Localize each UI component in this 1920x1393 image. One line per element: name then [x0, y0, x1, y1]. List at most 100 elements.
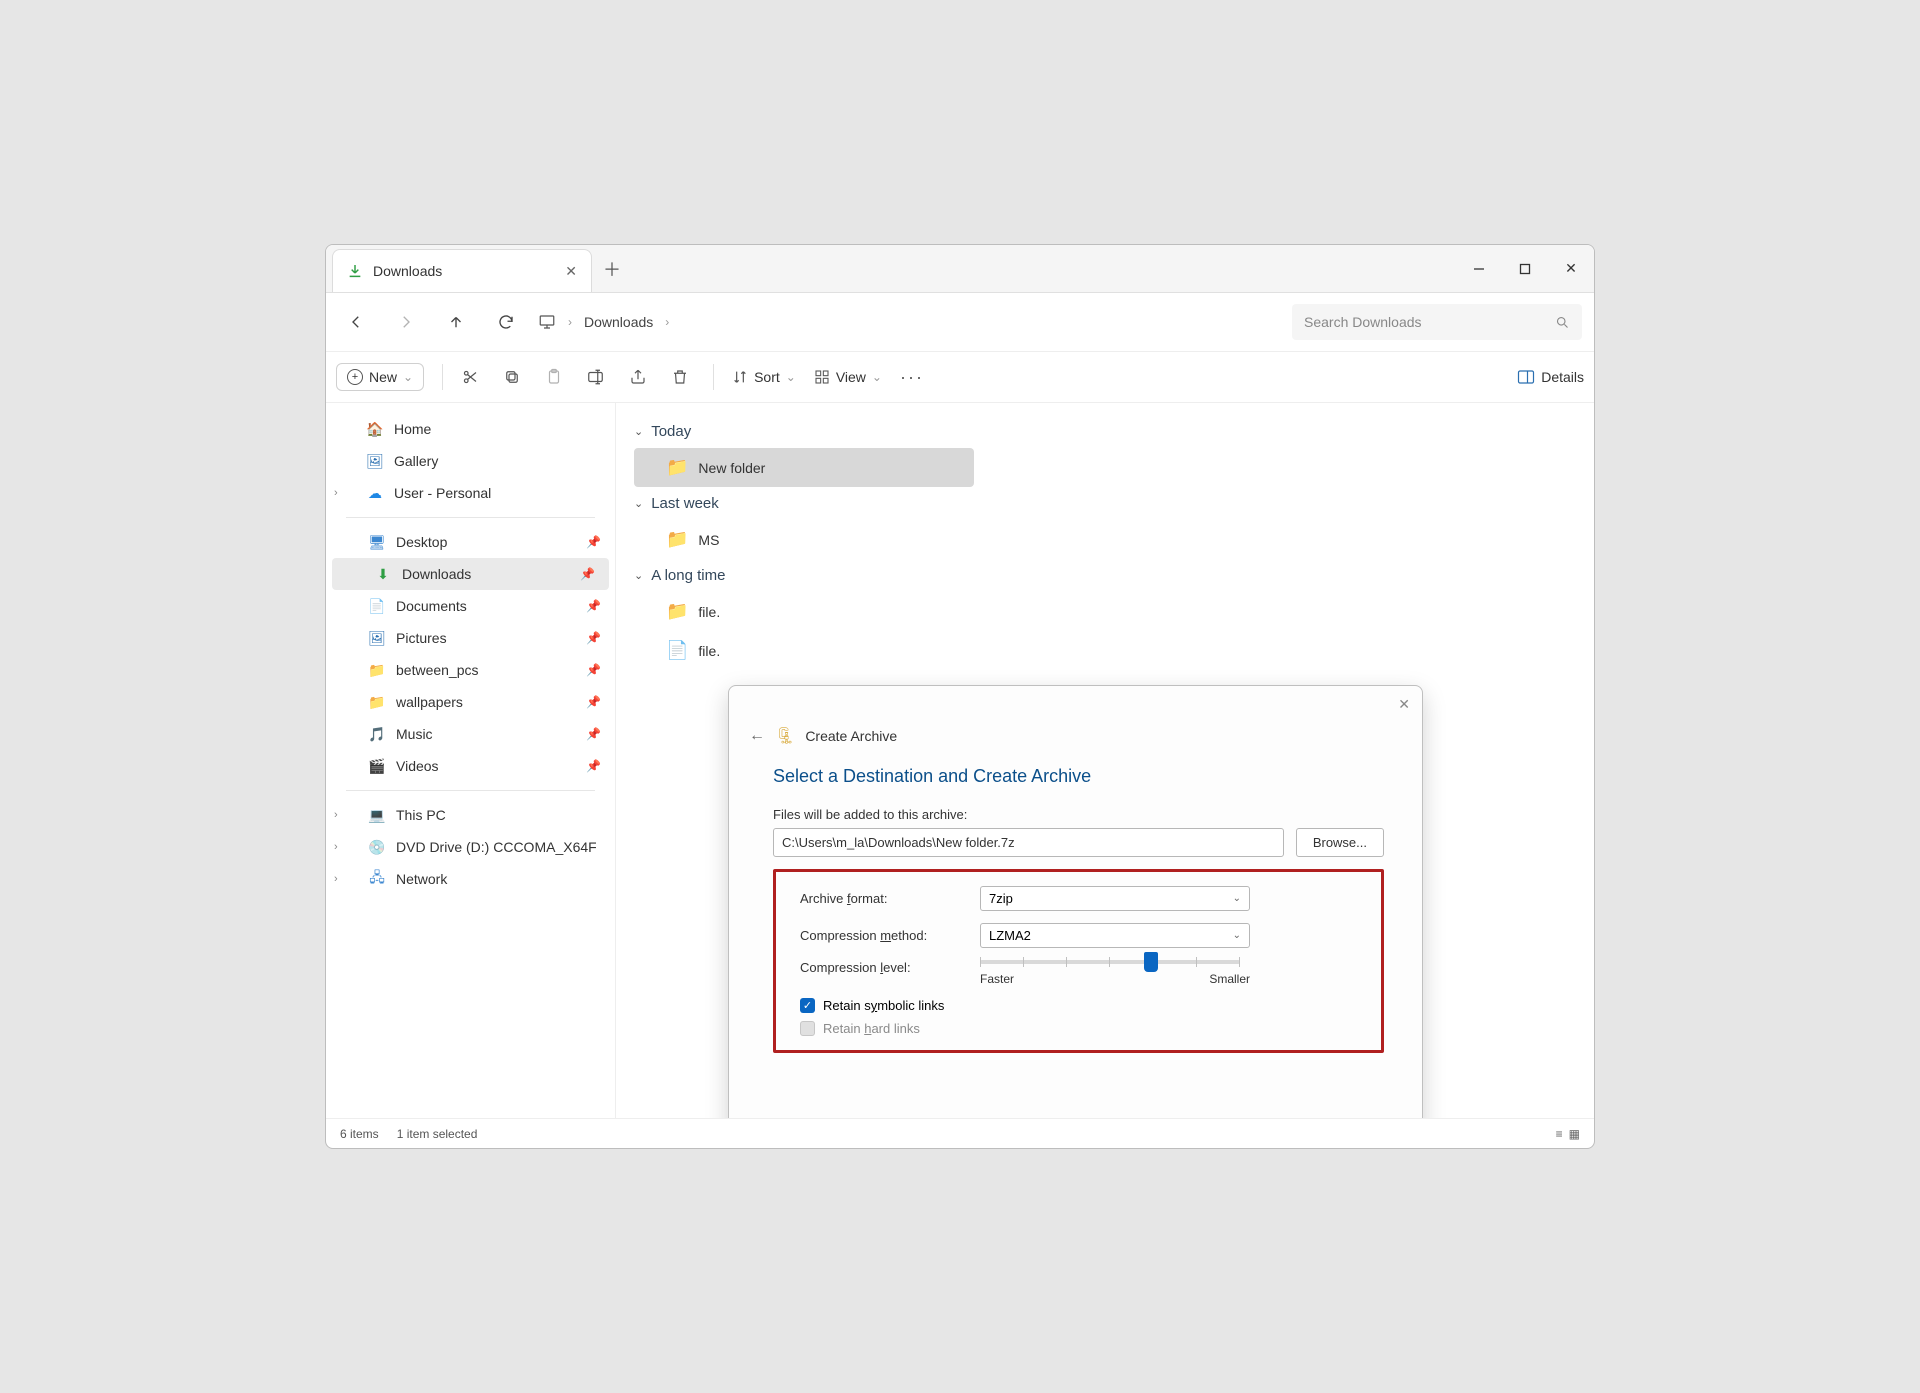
details-view-icon[interactable]: ≡ [1556, 1127, 1563, 1141]
copy-icon[interactable] [503, 368, 527, 386]
sidebar-item-desktop[interactable]: 🖥Desktop📌 [326, 526, 615, 558]
group-label: A long time [651, 567, 725, 584]
retain-hard-links-checkbox: Retain hard links [800, 1021, 1357, 1036]
chevron-right-icon[interactable]: › [334, 487, 338, 499]
details-pane-button[interactable]: Details [1517, 369, 1584, 385]
rename-icon[interactable] [587, 368, 611, 386]
status-selected: 1 item selected [397, 1127, 478, 1141]
up-button[interactable] [438, 304, 474, 340]
sort-button[interactable]: Sort ⌄ [732, 369, 796, 385]
file-name: file. [698, 604, 720, 620]
monitor-icon [538, 313, 556, 331]
group-last-week[interactable]: ⌄ Last week [634, 495, 1576, 512]
checkbox-checked-icon: ✓ [800, 998, 815, 1013]
search-input[interactable]: Search Downloads [1292, 304, 1582, 340]
sidebar-item-home[interactable]: 🏠Home [326, 413, 615, 445]
chevron-right-icon[interactable]: › [334, 809, 338, 821]
archive-icon: 🗜 [775, 726, 795, 746]
tiles-view-icon[interactable]: ▦ [1569, 1127, 1580, 1141]
tab-downloads[interactable]: Downloads ✕ [332, 249, 592, 292]
share-icon[interactable] [629, 368, 653, 386]
breadcrumb[interactable]: › Downloads › [538, 313, 669, 331]
sidebar-item-wallpapers[interactable]: 📁wallpapers📌 [326, 686, 615, 718]
gallery-icon: 🖼 [366, 452, 384, 470]
group-label: Last week [651, 495, 719, 512]
chevron-right-icon[interactable]: › [334, 873, 338, 885]
sort-icon [732, 369, 748, 385]
back-icon[interactable]: ← [749, 727, 765, 745]
separator [713, 364, 714, 390]
sidebar-item-this-pc[interactable]: ›💻This PC [326, 799, 615, 831]
chevron-right-icon[interactable]: › [334, 841, 338, 853]
dialog-heading: Select a Destination and Create Archive [773, 766, 1384, 787]
separator [346, 790, 595, 791]
sidebar-item-network[interactable]: ›🖧Network [326, 863, 615, 895]
new-label: New [369, 369, 397, 385]
forward-button[interactable] [388, 304, 424, 340]
back-button[interactable] [338, 304, 374, 340]
sidebar-item-documents[interactable]: 📄 Documents 📌 [326, 590, 615, 622]
archive-format-label: Archive format: [800, 891, 980, 906]
checkbox-disabled-icon [800, 1021, 815, 1036]
sidebar-item-dvd[interactable]: ›💿DVD Drive (D:) CCCOMA_X64FRE_EN [326, 831, 615, 863]
file-row[interactable]: 📁file. [634, 592, 974, 631]
file-row[interactable]: 📄file. [634, 631, 974, 670]
group-long-time[interactable]: ⌄ A long time [634, 567, 1576, 584]
search-icon [1555, 315, 1570, 330]
paste-icon[interactable] [545, 368, 569, 386]
compression-level-slider[interactable] [980, 960, 1240, 964]
view-label: View [836, 369, 866, 385]
dialog-title: Create Archive [805, 728, 897, 744]
nav-bar: › Downloads › Search Downloads [326, 293, 1594, 351]
compression-level-label: Compression level: [800, 960, 980, 975]
new-tab-button[interactable]: ＋ [592, 245, 632, 292]
files-added-label: Files will be added to this archive: [773, 807, 1384, 822]
details-pane-icon [1517, 369, 1535, 385]
delete-icon[interactable] [671, 368, 695, 386]
dialog-close-button[interactable]: ✕ [1398, 696, 1410, 713]
sidebar-item-gallery[interactable]: 🖼Gallery [326, 445, 615, 477]
slider-thumb[interactable] [1144, 952, 1158, 972]
file-explorer-window: { "tab": { "title": "Downloads" }, "brea… [325, 244, 1595, 1149]
separator [346, 517, 595, 518]
chevron-down-icon: ⌄ [634, 569, 643, 582]
archive-path-input[interactable] [773, 828, 1284, 857]
minimize-button[interactable] [1456, 245, 1502, 292]
status-item-count: 6 items [340, 1127, 379, 1141]
pin-icon: 📌 [586, 759, 601, 773]
retain-symbolic-links-checkbox[interactable]: ✓ Retain symbolic links [800, 998, 1357, 1013]
sidebar-label: Downloads [402, 566, 471, 582]
chevron-down-icon: ⌄ [634, 497, 643, 510]
file-name: file. [698, 643, 720, 659]
sidebar-item-music[interactable]: 🎵Music📌 [326, 718, 615, 750]
sidebar-item-videos[interactable]: 🎬Videos📌 [326, 750, 615, 782]
file-row-new-folder[interactable]: 📁New folder [634, 448, 974, 487]
maximize-button[interactable] [1502, 245, 1548, 292]
sidebar-label: Documents [396, 598, 467, 614]
plus-icon: + [347, 369, 363, 385]
compression-method-select[interactable]: LZMA2⌄ [980, 923, 1250, 948]
sidebar-item-user-onedrive[interactable]: ›☁User - Personal [326, 477, 615, 509]
pin-icon: 📌 [586, 631, 601, 645]
sidebar-item-downloads[interactable]: ⬇Downloads📌 [332, 558, 609, 590]
archive-format-select[interactable]: 7zip⌄ [980, 886, 1250, 911]
file-row-ms[interactable]: 📁MS [634, 520, 974, 559]
view-button[interactable]: View ⌄ [814, 369, 882, 385]
close-tab-icon[interactable]: ✕ [565, 263, 577, 280]
chevron-down-icon: ⌄ [634, 425, 643, 438]
sidebar-item-pictures[interactable]: 🖼Pictures📌 [326, 622, 615, 654]
new-button[interactable]: + New ⌄ [336, 363, 424, 391]
browse-button[interactable]: Browse... [1296, 828, 1384, 857]
chevron-right-icon: › [568, 315, 572, 329]
cut-icon[interactable] [461, 368, 485, 386]
chevron-down-icon: ⌄ [786, 370, 796, 384]
documents-icon: 📄 [368, 597, 386, 615]
more-icon[interactable]: ··· [900, 367, 924, 388]
group-today[interactable]: ⌄Today [634, 423, 1576, 440]
pin-icon: 📌 [586, 599, 601, 613]
close-window-button[interactable]: ✕ [1548, 245, 1594, 292]
breadcrumb-location[interactable]: Downloads [584, 314, 653, 330]
sidebar-item-between-pcs[interactable]: 📁between_pcs📌 [326, 654, 615, 686]
folder-icon: 📁 [368, 661, 386, 679]
refresh-button[interactable] [488, 304, 524, 340]
